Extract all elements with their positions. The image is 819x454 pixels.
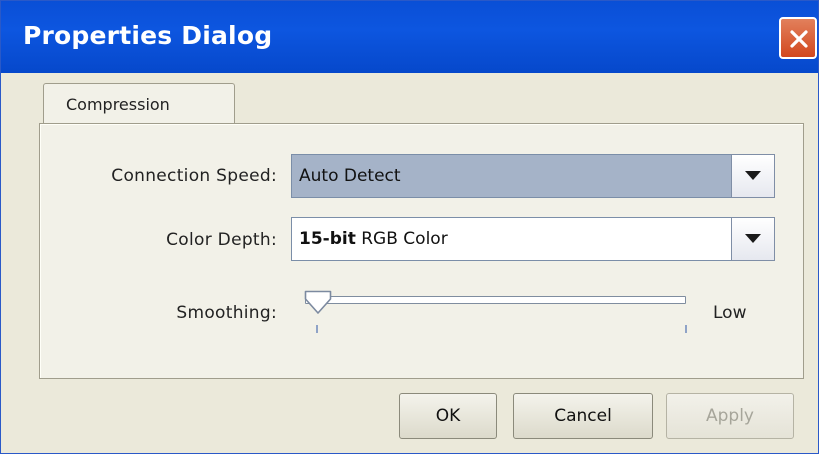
apply-button[interactable]: Apply <box>666 393 794 439</box>
window-title: Properties Dialog <box>23 21 273 50</box>
chevron-down-icon <box>745 234 761 243</box>
color-depth-value: 15-bit RGB Color <box>299 229 448 249</box>
smoothing-tick-min <box>316 325 318 333</box>
close-icon <box>790 30 808 48</box>
tab-compression-label: Compression <box>66 95 170 114</box>
color-depth-dropdown-button[interactable] <box>731 217 775 261</box>
connection-speed-dropdown-button[interactable] <box>731 154 775 198</box>
color-depth-select[interactable]: 15-bit RGB Color <box>291 217 775 261</box>
connection-speed-value: Auto Detect <box>299 166 401 186</box>
smoothing-tick-max <box>685 325 687 333</box>
connection-speed-label: Connection Speed: <box>111 166 277 186</box>
chevron-down-icon <box>745 171 761 180</box>
properties-dialog: Properties Dialog Compression Connection… <box>0 0 819 454</box>
smoothing-slider-thumb[interactable] <box>304 290 332 316</box>
connection-speed-select[interactable]: Auto Detect <box>291 154 775 198</box>
color-depth-value-bold: 15-bit <box>299 229 356 249</box>
title-bar[interactable]: Properties Dialog <box>1 1 818 73</box>
cancel-button[interactable]: Cancel <box>513 393 653 439</box>
tab-compression[interactable]: Compression <box>43 83 235 125</box>
close-button[interactable] <box>779 17 817 59</box>
smoothing-end-label: Low <box>713 303 747 323</box>
smoothing-slider-track[interactable] <box>305 296 686 304</box>
color-depth-value-rest: RGB Color <box>355 229 448 249</box>
ok-button[interactable]: OK <box>399 393 497 439</box>
smoothing-label: Smoothing: <box>176 303 277 323</box>
color-depth-label: Color Depth: <box>166 230 277 250</box>
